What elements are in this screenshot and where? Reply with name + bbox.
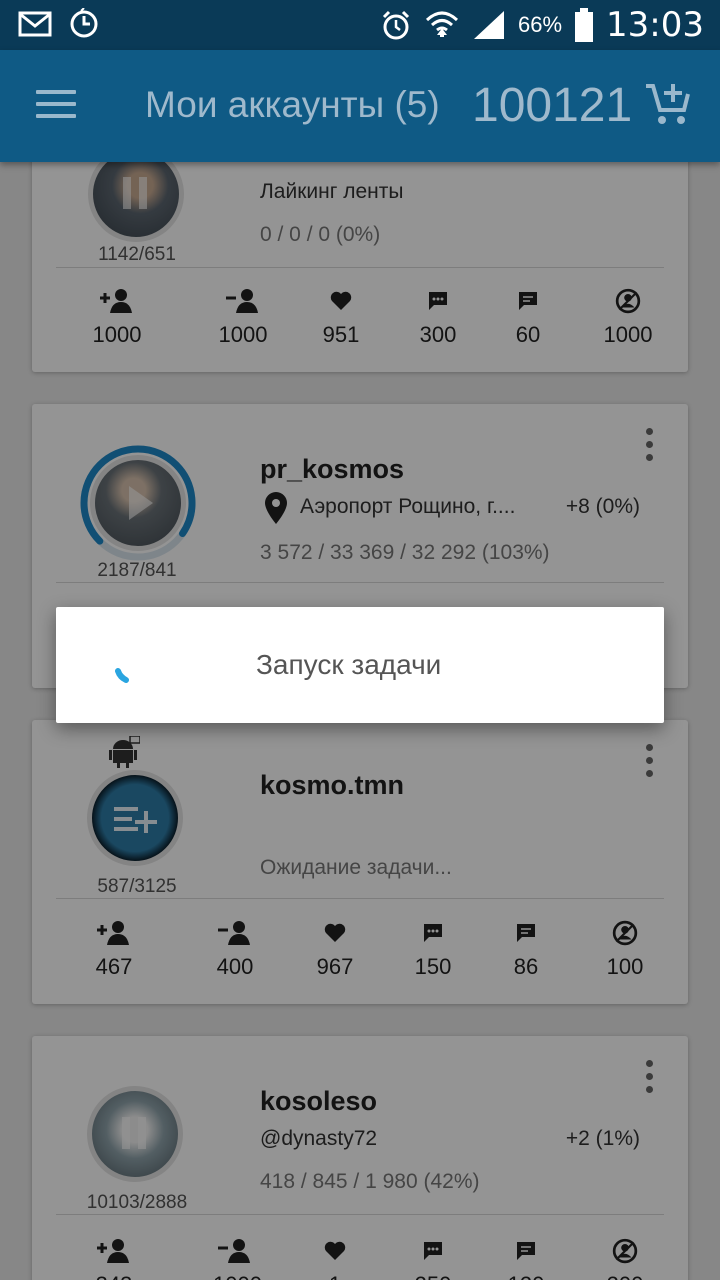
alarm-icon — [382, 10, 410, 40]
app-bar: Мои аккаунты (5) 100121 — [0, 50, 720, 162]
dialog-message: Запуск задачи — [256, 649, 442, 680]
signal-icon — [473, 11, 504, 39]
loading-spinner-icon — [115, 668, 129, 683]
battery-icon — [575, 8, 594, 42]
page-title: Мои аккаунты (5) — [145, 84, 440, 125]
wifi-icon — [425, 11, 458, 37]
add-cart-icon[interactable] — [644, 80, 692, 128]
balance[interactable]: 100121 — [472, 78, 632, 133]
sync-icon — [70, 8, 98, 38]
clock: 13:03 — [606, 5, 704, 45]
mail-icon — [18, 11, 52, 37]
battery-percent: 66% — [517, 12, 563, 37]
menu-icon[interactable] — [36, 90, 76, 120]
status-bar: 66% 13:03 — [0, 0, 720, 50]
progress-dialog: Запуск задачи — [56, 607, 664, 723]
